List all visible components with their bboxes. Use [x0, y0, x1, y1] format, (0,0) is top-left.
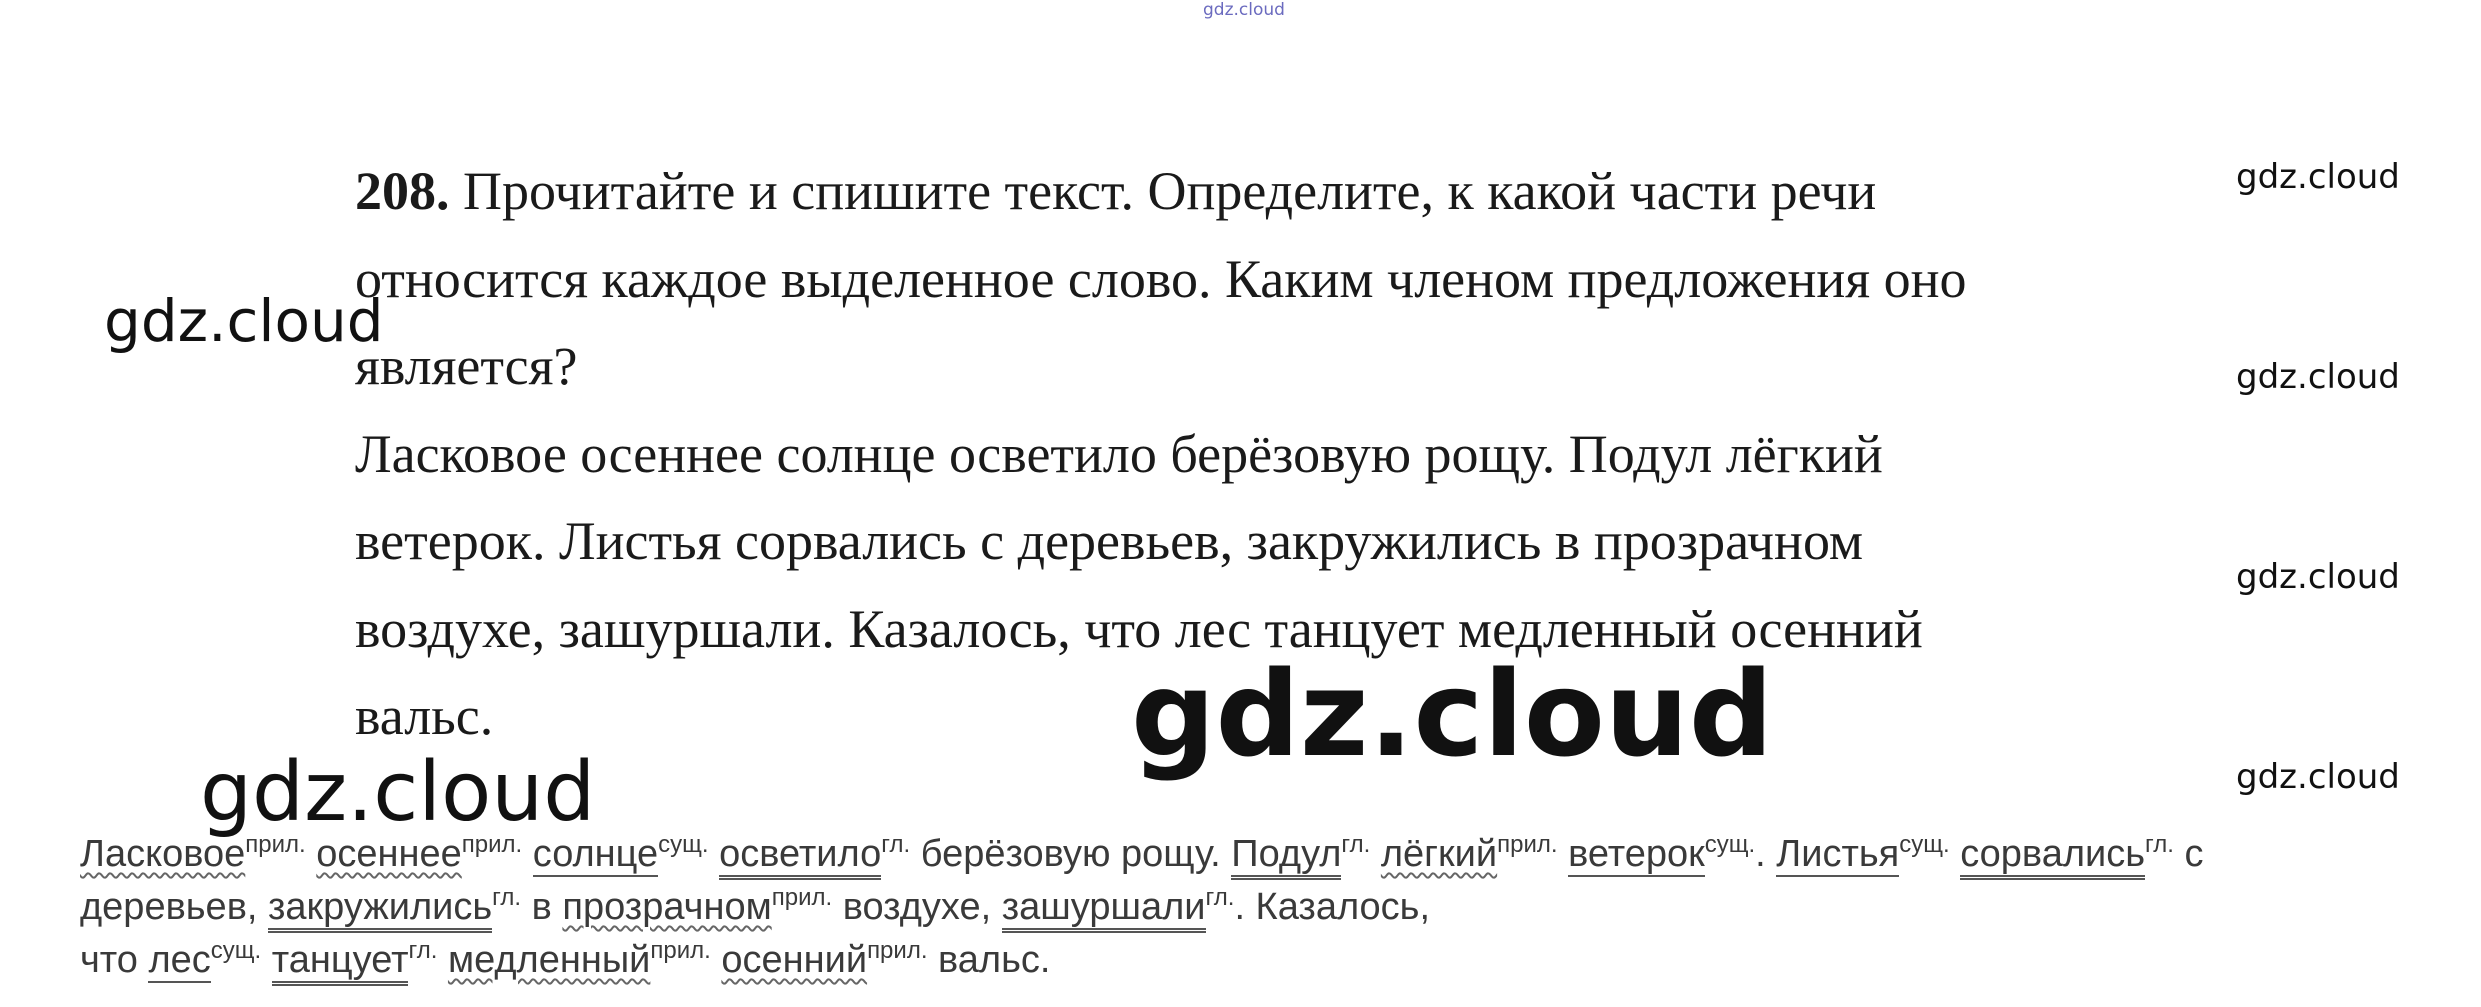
annotated-word: зашуршали [1001, 886, 1206, 933]
annotated-word: танцует [271, 939, 409, 986]
part-of-speech-label: сущ. [1899, 831, 1950, 858]
annotated-word: лёгкий [1380, 833, 1498, 875]
task-line-text: Прочитайте и спишите текст. Определите, … [449, 161, 1877, 221]
part-of-speech-label: прил. [461, 831, 523, 858]
part-of-speech-label: гл. [492, 884, 522, 911]
part-of-speech-label: гл. [408, 937, 438, 964]
part-of-speech-label: сущ. [210, 937, 262, 964]
task-line: 208. Прочитайте и спишите текст. Определ… [355, 148, 2255, 236]
plain-text [711, 939, 722, 981]
plain-text [437, 939, 448, 981]
task-line: Ласковое осеннее солнце осветило берёзов… [355, 423, 1883, 484]
part-of-speech-label: гл. [1205, 884, 1235, 911]
watermark-right: gdz.cloud [2236, 357, 2400, 397]
plain-text: берёзовую рощу. [910, 833, 1232, 875]
plain-text: вальс. [927, 939, 1051, 981]
watermark-right: gdz.cloud [2236, 557, 2400, 597]
watermark-right: gdz.cloud [2236, 757, 2400, 797]
part-of-speech-label: прил. [867, 937, 928, 964]
watermark-left-large: gdz.cloud [200, 745, 596, 840]
part-of-speech-label: прил. [1497, 831, 1558, 858]
annotated-word: лес [148, 939, 211, 983]
watermark-center: gdz.cloud [1131, 645, 1774, 783]
part-of-speech-label: прил. [771, 884, 833, 911]
annotated-word: Подул [1231, 833, 1342, 880]
part-of-speech-label: прил. [650, 937, 711, 964]
plain-text: воздухе, [832, 886, 1002, 928]
annotated-word: осенний [721, 939, 868, 981]
watermark-top: gdz.cloud [1203, 0, 1285, 20]
part-of-speech-label: сущ. [1704, 831, 1756, 858]
annotated-word: солнце [532, 833, 659, 877]
annotated-word: Листья [1776, 833, 1900, 877]
answer-text: Ласковоеприл. осеннееприл. солнцесущ. ос… [80, 828, 2460, 987]
plain-text: что [80, 939, 149, 981]
plain-text [709, 833, 720, 875]
annotated-word: сорвались [1960, 833, 2146, 880]
annotated-word: Ласковое [80, 833, 246, 875]
plain-text: в [521, 886, 563, 928]
plain-text: с [2173, 833, 2204, 875]
annotated-word: осветило [719, 833, 882, 880]
plain-text: . Казалось, [1234, 886, 1431, 928]
task-number: 208. [355, 161, 450, 221]
annotated-word: закружились [268, 886, 493, 933]
part-of-speech-label: прил. [245, 831, 306, 858]
annotated-word: осеннее [316, 833, 462, 875]
annotated-word: медленный [447, 939, 651, 981]
watermark-left: gdz.cloud [104, 287, 384, 355]
task-line: является? [355, 336, 578, 396]
part-of-speech-label: гл. [1341, 831, 1371, 858]
annotated-word: прозрачном [562, 886, 772, 928]
watermark-right: gdz.cloud [2236, 157, 2400, 197]
task-line: ветерок. Листья сорвались с деревьев, за… [355, 511, 1864, 571]
plain-text [1950, 833, 1961, 875]
plain-text [1370, 833, 1381, 875]
part-of-speech-label: гл. [881, 831, 911, 858]
answer-line: что лессущ. танцуетгл. медленныйприл. ос… [80, 934, 2460, 987]
plain-text [261, 939, 272, 981]
answer-line: деревьев, закружилисьгл. в прозрачномпри… [80, 881, 2460, 934]
plain-text: . [1755, 833, 1777, 875]
plain-text [1558, 833, 1569, 875]
task-line: относится каждое выделенное слово. Каким… [355, 248, 1967, 309]
answer-line: Ласковоеприл. осеннееприл. солнцесущ. ос… [80, 828, 2460, 881]
part-of-speech-label: гл. [2145, 831, 2174, 858]
plain-text: деревьев, [80, 886, 268, 928]
plain-text [522, 833, 533, 875]
annotated-word: ветерок [1568, 833, 1705, 877]
part-of-speech-label: сущ. [658, 831, 709, 858]
plain-text [306, 833, 317, 875]
